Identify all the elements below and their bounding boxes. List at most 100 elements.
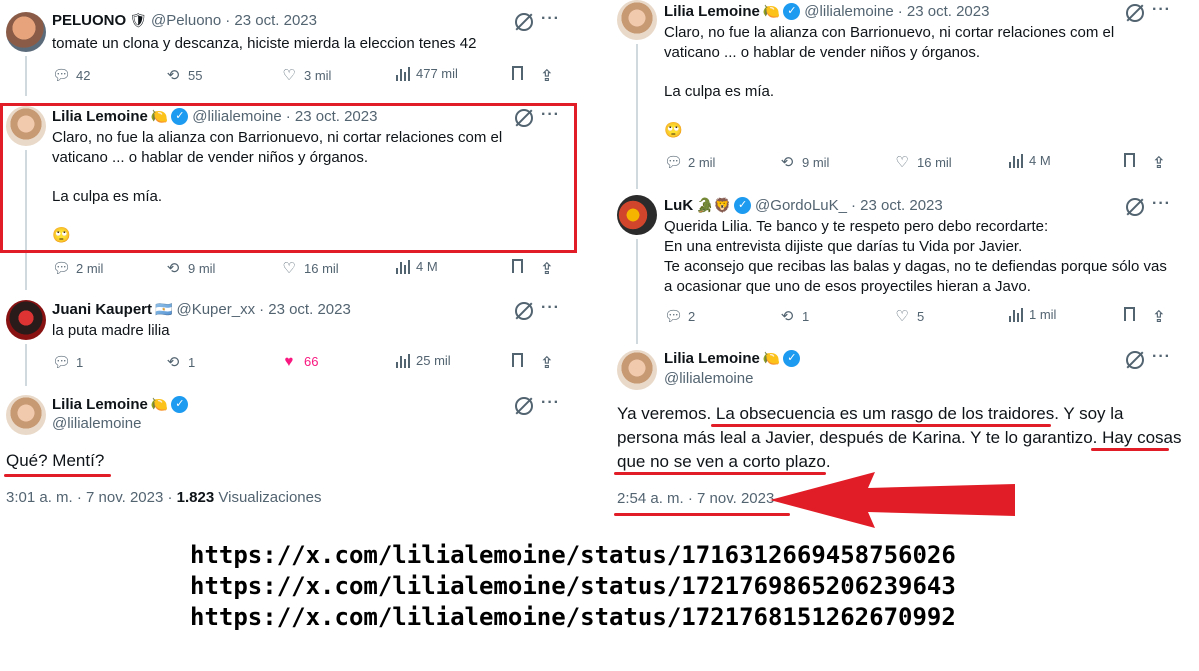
grok-icon[interactable] — [1126, 4, 1144, 22]
tweet-header: Juani Kaupert 🇦🇷 @Kuper_xx · 23 oct. 202… — [52, 301, 351, 318]
share-button[interactable]: ⇪ — [540, 66, 553, 86]
tweet-lilia-main[interactable]: Lilia Lemoine 🍋 ✓ @lilialemoine ··· Qué?… — [0, 385, 576, 515]
display-name[interactable]: Lilia Lemoine — [52, 396, 148, 413]
tweet-actions: 💬︎ 42 ⟲ 55 ♡ 3 mil 477 mil ⇪ — [52, 66, 562, 86]
tweet-timestamp[interactable]: 2:54 a. m. · 7 nov. 2023 — [617, 490, 774, 507]
tweet-header: Lilia Lemoine 🍋 ✓ — [52, 396, 189, 413]
timestamp[interactable]: · 23 oct. 2023 — [259, 301, 351, 318]
display-name[interactable]: Lilia Lemoine — [664, 350, 760, 367]
more-options-icon[interactable]: ··· — [541, 299, 560, 317]
repost-button[interactable]: ⟲ 9 mil — [778, 153, 830, 171]
repost-button[interactable]: ⟲ 1 — [164, 353, 196, 371]
thread-connector — [636, 239, 638, 344]
reply-button[interactable]: 💬︎ 1 — [52, 353, 83, 371]
display-name[interactable]: PELUONO — [52, 12, 126, 29]
timestamp[interactable]: · 23 oct. 2023 — [898, 3, 990, 20]
heart-icon: ♡ — [282, 67, 296, 84]
like-button[interactable]: ♥ 66 — [280, 353, 319, 370]
bookmark-button[interactable] — [512, 66, 523, 85]
handle[interactable]: @Kuper_xx — [176, 301, 255, 318]
more-options-icon[interactable]: ··· — [1152, 1, 1171, 19]
share-button[interactable]: ⇪ — [1152, 307, 1165, 327]
views-button[interactable]: 477 mil — [396, 66, 458, 81]
status-url[interactable]: https://x.com/lilialemoine/status/171631… — [190, 540, 956, 571]
display-name[interactable]: LuK — [664, 197, 693, 214]
shield-emoji: 🛡 — [129, 12, 147, 28]
red-underline — [614, 513, 790, 516]
grok-icon[interactable] — [515, 302, 533, 320]
reply-button[interactable]: 💬︎ 2 mil — [664, 153, 715, 171]
repost-icon: ⟲ — [780, 154, 794, 171]
repost-button[interactable]: ⟲ 9 mil — [164, 259, 216, 277]
tweet-juani[interactable]: Juani Kaupert 🇦🇷 @Kuper_xx · 23 oct. 202… — [0, 290, 576, 386]
more-options-icon[interactable]: ··· — [541, 394, 560, 412]
share-icon: ⇪ — [1152, 309, 1166, 326]
handle[interactable]: @lilialemoine — [52, 415, 141, 432]
tweet-text: Qué? Mentí? — [6, 451, 105, 470]
lemon-emoji: 🍋 — [762, 3, 781, 19]
share-button[interactable]: ⇪ — [540, 259, 553, 279]
handle[interactable]: @Peluono — [151, 12, 221, 29]
avatar[interactable] — [617, 350, 657, 390]
bookmark-button[interactable] — [512, 259, 523, 278]
heart-filled-icon: ♥ — [284, 353, 294, 370]
tweet-actions: 💬︎ 2 ⟲ 1 ♡ 5 1 mil ⇪ — [664, 307, 1174, 327]
more-options-icon[interactable]: ··· — [1152, 348, 1171, 366]
repost-icon: ⟲ — [166, 354, 180, 371]
like-button[interactable]: ♡ 16 mil — [280, 259, 338, 277]
verified-badge-icon: ✓ — [783, 3, 801, 20]
bookmark-icon — [512, 353, 523, 372]
repost-button[interactable]: ⟲ 1 — [778, 307, 810, 325]
reply-button[interactable]: 💬︎ 2 — [664, 307, 695, 325]
display-name[interactable]: Lilia Lemoine — [664, 3, 760, 20]
bookmark-icon — [1124, 307, 1135, 326]
more-options-icon[interactable]: ··· — [541, 10, 560, 28]
timestamp[interactable]: · 23 oct. 2023 — [225, 12, 317, 29]
handle[interactable]: @lilialemoine — [804, 3, 893, 20]
repost-icon: ⟲ — [780, 308, 794, 325]
heart-icon: ♡ — [282, 260, 296, 277]
bookmark-button[interactable] — [1124, 153, 1135, 172]
grok-icon[interactable] — [1126, 198, 1144, 216]
avatar[interactable] — [6, 12, 46, 52]
reply-button[interactable]: 💬︎ 2 mil — [52, 259, 103, 277]
views-button[interactable]: 4 M — [396, 259, 438, 274]
reply-icon: 💬︎ — [664, 154, 684, 171]
views-button[interactable]: 4 M — [1009, 153, 1051, 168]
tweet-peluono[interactable]: PELUONO 🛡 @Peluono · 23 oct. 2023 ··· to… — [0, 0, 576, 96]
views-button[interactable]: 1 mil — [1009, 307, 1056, 322]
tweet-luk[interactable]: LuK 🐊🦁 ✓ @GordoLuK_ · 23 oct. 2023 ··· Q… — [609, 185, 1189, 344]
share-button[interactable]: ⇪ — [540, 353, 553, 373]
display-name[interactable]: Juani Kaupert — [52, 301, 152, 318]
status-url[interactable]: https://x.com/lilialemoine/status/172176… — [190, 571, 956, 602]
views-button[interactable]: 25 mil — [396, 353, 451, 368]
reply-button[interactable]: 💬︎ 42 — [52, 66, 90, 84]
share-button[interactable]: ⇪ — [1152, 153, 1165, 173]
grok-icon[interactable] — [515, 13, 533, 31]
like-button[interactable]: ♡ 16 mil — [893, 153, 951, 171]
bookmark-button[interactable] — [512, 353, 523, 372]
views-icon — [396, 259, 410, 274]
bookmark-icon — [1124, 153, 1135, 172]
handle[interactable]: @GordoLuK_ — [755, 197, 847, 214]
status-url[interactable]: https://x.com/lilialemoine/status/172176… — [190, 602, 956, 633]
bookmark-button[interactable] — [1124, 307, 1135, 326]
repost-button[interactable]: ⟲ 55 — [164, 66, 203, 84]
more-options-icon[interactable]: ··· — [1152, 195, 1171, 213]
grok-icon[interactable] — [515, 397, 533, 415]
avatar[interactable] — [617, 0, 657, 40]
handle[interactable]: @lilialemoine — [664, 370, 753, 387]
thread-connector — [25, 56, 27, 96]
views-icon — [396, 353, 410, 368]
like-button[interactable]: ♡ 3 mil — [280, 66, 331, 84]
timestamp[interactable]: · 23 oct. 2023 — [851, 197, 943, 214]
avatar[interactable] — [617, 195, 657, 235]
tweet-lilia[interactable]: Lilia Lemoine 🍋 ✓ @lilialemoine · 23 oct… — [609, 0, 1189, 189]
avatar[interactable] — [6, 395, 46, 435]
status-url-list: https://x.com/lilialemoine/status/171631… — [190, 540, 956, 633]
grok-icon[interactable] — [1126, 351, 1144, 369]
like-button[interactable]: ♡ 5 — [893, 307, 924, 325]
thread-connector — [25, 344, 27, 386]
avatar[interactable] — [6, 300, 46, 340]
share-icon: ⇪ — [540, 355, 554, 372]
